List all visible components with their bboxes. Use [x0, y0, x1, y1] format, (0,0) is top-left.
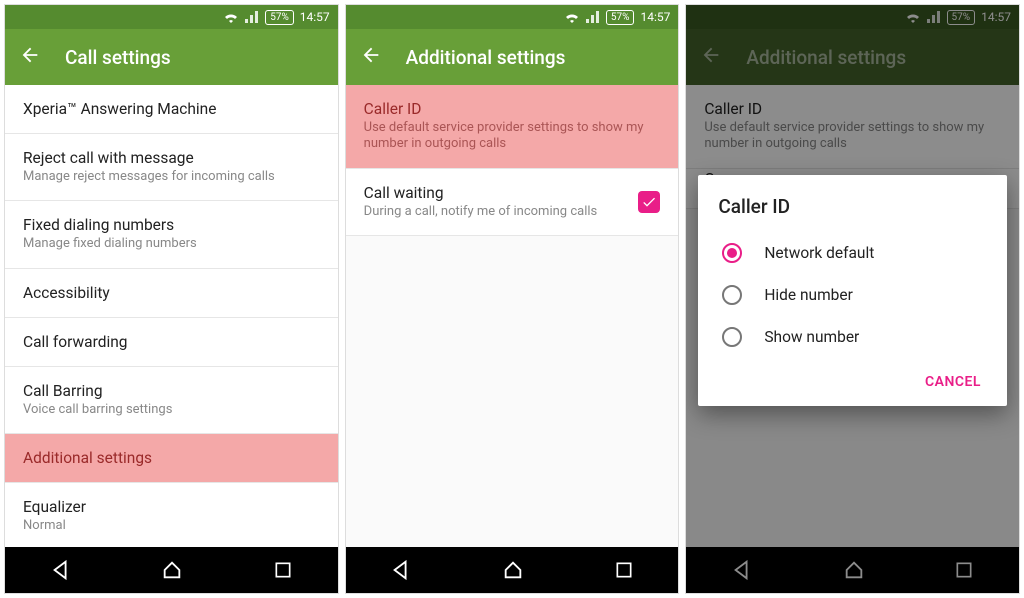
option-label: Network default	[764, 244, 874, 262]
screen-additional-settings: 57% 14:57 Additional settings Caller ID …	[345, 4, 680, 594]
android-nav-bar	[346, 547, 679, 593]
item-accessibility[interactable]: Accessibility	[5, 269, 338, 318]
option-show-number[interactable]: Show number	[718, 316, 987, 358]
wifi-icon	[564, 11, 580, 23]
item-call-barring[interactable]: Call Barring Voice call barring settings	[5, 367, 338, 434]
item-label: Fixed dialing numbers	[23, 216, 320, 234]
page-title: Call settings	[65, 46, 171, 69]
signal-icon	[586, 11, 600, 23]
item-label: Call waiting	[364, 184, 639, 202]
nav-home-icon[interactable]	[502, 559, 524, 581]
app-bar: Call settings	[5, 29, 338, 85]
caller-id-dialog: Caller ID Network default Hide number Sh…	[698, 175, 1007, 406]
item-equalizer[interactable]: Equalizer Normal	[5, 483, 338, 547]
item-sub: Use default service provider settings to…	[364, 120, 661, 153]
wifi-icon	[223, 11, 239, 23]
radio-icon	[722, 327, 742, 347]
page-title: Additional settings	[406, 46, 566, 69]
item-label: Xperia™ Answering Machine	[23, 100, 320, 118]
radio-icon	[722, 243, 742, 263]
settings-list: Xperia™ Answering Machine Reject call wi…	[5, 85, 338, 547]
status-bar: 57% 14:57	[5, 5, 338, 29]
item-fixed-dialing[interactable]: Fixed dialing numbers Manage fixed diali…	[5, 201, 338, 268]
android-nav-bar	[5, 547, 338, 593]
option-hide-number[interactable]: Hide number	[718, 274, 987, 316]
item-label: Additional settings	[23, 449, 320, 467]
battery-icon: 57%	[265, 10, 294, 25]
settings-list: Caller ID Use default service provider s…	[346, 85, 679, 547]
screen-call-settings: 57% 14:57 Call settings Xperia™ Answerin…	[4, 4, 339, 594]
item-label: Call Barring	[23, 382, 320, 400]
item-label: Equalizer	[23, 498, 320, 516]
item-call-forwarding[interactable]: Call forwarding	[5, 318, 338, 367]
option-label: Hide number	[764, 286, 853, 304]
nav-back-icon[interactable]	[50, 559, 72, 581]
battery-icon: 57%	[606, 10, 635, 25]
clock: 14:57	[640, 10, 670, 24]
nav-recent-icon[interactable]	[273, 560, 293, 580]
cancel-button[interactable]: CANCEL	[919, 366, 987, 398]
nav-recent-icon[interactable]	[614, 560, 634, 580]
option-network-default[interactable]: Network default	[718, 232, 987, 274]
item-sub: Normal	[23, 518, 320, 534]
back-icon[interactable]	[19, 44, 41, 70]
item-additional-settings[interactable]: Additional settings	[5, 434, 338, 483]
item-sub: Voice call barring settings	[23, 402, 320, 418]
item-answering-machine[interactable]: Xperia™ Answering Machine	[5, 85, 338, 134]
item-label: Reject call with message	[23, 149, 320, 167]
dialog-title: Caller ID	[718, 195, 987, 218]
signal-icon	[245, 11, 259, 23]
checkbox-icon[interactable]	[638, 191, 660, 213]
clock: 14:57	[300, 10, 330, 24]
option-label: Show number	[764, 328, 859, 346]
item-label: Call forwarding	[23, 333, 320, 351]
item-sub: Manage reject messages for incoming call…	[23, 169, 320, 185]
item-call-waiting[interactable]: Call waiting During a call, notify me of…	[346, 169, 679, 236]
item-sub: During a call, notify me of incoming cal…	[364, 204, 639, 220]
nav-home-icon[interactable]	[161, 559, 183, 581]
radio-icon	[722, 285, 742, 305]
item-sub: Manage fixed dialing numbers	[23, 236, 320, 252]
screen-caller-id-dialog: 57% 14:57 Additional settings Caller ID …	[685, 4, 1020, 594]
back-icon[interactable]	[360, 44, 382, 70]
status-bar: 57% 14:57	[346, 5, 679, 29]
item-label: Caller ID	[364, 100, 661, 118]
app-bar: Additional settings	[346, 29, 679, 85]
item-reject-call[interactable]: Reject call with message Manage reject m…	[5, 134, 338, 201]
item-label: Accessibility	[23, 284, 320, 302]
nav-back-icon[interactable]	[390, 559, 412, 581]
item-caller-id[interactable]: Caller ID Use default service provider s…	[346, 85, 679, 169]
